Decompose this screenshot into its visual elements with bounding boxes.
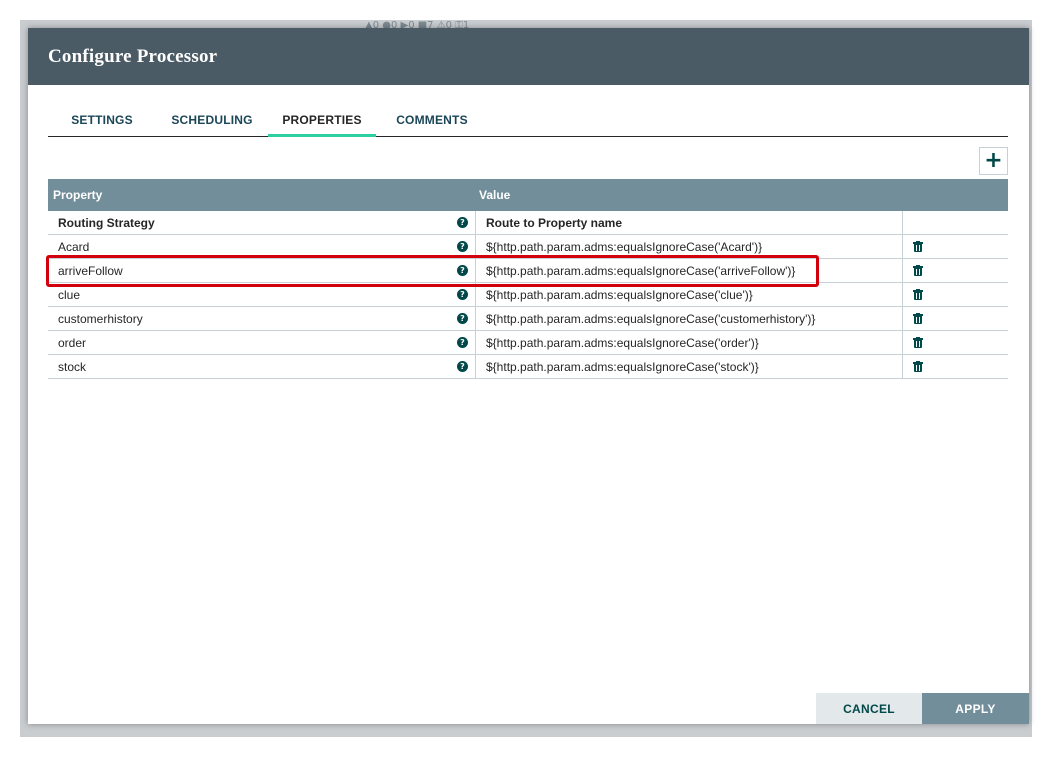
tab-comments[interactable]: COMMENTS bbox=[376, 110, 488, 137]
property-name-cell: Routing Strategy ? bbox=[48, 211, 476, 234]
actions-cell bbox=[903, 235, 1008, 258]
property-name: order bbox=[58, 335, 87, 350]
apply-button[interactable]: APPLY bbox=[922, 693, 1029, 724]
actions-cell bbox=[903, 331, 1008, 354]
property-name: Acard bbox=[58, 239, 90, 254]
trash-icon[interactable] bbox=[913, 361, 923, 372]
trash-icon[interactable] bbox=[913, 289, 923, 300]
property-name: Routing Strategy bbox=[58, 215, 155, 230]
cancel-button[interactable]: CANCEL bbox=[816, 693, 922, 724]
configure-processor-dialog: Configure Processor SETTINGS SCHEDULING … bbox=[28, 28, 1029, 724]
actions-cell bbox=[903, 307, 1008, 330]
property-name: clue bbox=[58, 287, 81, 302]
tab-properties[interactable]: PROPERTIES bbox=[268, 110, 376, 137]
help-icon[interactable]: ? bbox=[457, 313, 468, 324]
actions-cell bbox=[903, 259, 1008, 282]
trash-icon[interactable] bbox=[913, 337, 923, 348]
help-icon[interactable]: ? bbox=[457, 265, 468, 276]
table-row[interactable]: clue ? ${http.path.param.adms:equalsIgno… bbox=[48, 283, 1008, 307]
property-value-cell[interactable]: ${http.path.param.adms:equalsIgnoreCase(… bbox=[476, 331, 903, 354]
tab-bar: SETTINGS SCHEDULING PROPERTIES COMMENTS bbox=[48, 110, 1008, 137]
property-name-cell: order ? bbox=[48, 331, 476, 354]
add-property-button[interactable]: + bbox=[979, 147, 1008, 175]
property-name: stock bbox=[58, 359, 87, 374]
help-icon[interactable]: ? bbox=[457, 289, 468, 300]
table-row[interactable]: customerhistory ? ${http.path.param.adms… bbox=[48, 307, 1008, 331]
property-name: arriveFollow bbox=[58, 263, 123, 278]
property-name: customerhistory bbox=[58, 311, 143, 326]
actions-cell bbox=[903, 211, 1008, 234]
property-value: ${http.path.param.adms:equalsIgnoreCase(… bbox=[486, 359, 759, 374]
table-row[interactable]: order ? ${http.path.param.adms:equalsIgn… bbox=[48, 331, 1008, 355]
table-row[interactable]: stock ? ${http.path.param.adms:equalsIgn… bbox=[48, 355, 1008, 379]
property-value-cell[interactable]: ${http.path.param.adms:equalsIgnoreCase(… bbox=[476, 355, 903, 378]
property-name-cell: customerhistory ? bbox=[48, 307, 476, 330]
trash-icon[interactable] bbox=[913, 265, 923, 276]
table-header: Property Value bbox=[48, 179, 1008, 211]
help-icon[interactable]: ? bbox=[457, 361, 468, 372]
properties-table: Property Value Routing Strategy ? Route … bbox=[48, 179, 1008, 379]
help-icon[interactable]: ? bbox=[457, 241, 468, 252]
dialog-header: Configure Processor bbox=[28, 28, 1029, 85]
help-icon[interactable]: ? bbox=[457, 337, 468, 348]
property-name-cell: arriveFollow ? bbox=[48, 259, 476, 282]
property-value: ${http.path.param.adms:equalsIgnoreCase(… bbox=[486, 311, 816, 326]
help-icon[interactable]: ? bbox=[457, 217, 468, 228]
property-name-cell: stock ? bbox=[48, 355, 476, 378]
actions-cell bbox=[903, 283, 1008, 306]
property-name-cell: clue ? bbox=[48, 283, 476, 306]
table-row[interactable]: Routing Strategy ? Route to Property nam… bbox=[48, 211, 1008, 235]
property-value: ${http.path.param.adms:equalsIgnoreCase(… bbox=[486, 263, 796, 278]
property-value-cell[interactable]: Route to Property name bbox=[476, 211, 903, 234]
property-value: ${http.path.param.adms:equalsIgnoreCase(… bbox=[486, 239, 763, 254]
property-value-cell[interactable]: ${http.path.param.adms:equalsIgnoreCase(… bbox=[476, 235, 903, 258]
trash-icon[interactable] bbox=[913, 313, 923, 324]
property-value: ${http.path.param.adms:equalsIgnoreCase(… bbox=[486, 287, 753, 302]
actions-cell bbox=[903, 355, 1008, 378]
property-value-cell[interactable]: ${http.path.param.adms:equalsIgnoreCase(… bbox=[476, 307, 903, 330]
property-value-cell[interactable]: ${http.path.param.adms:equalsIgnoreCase(… bbox=[476, 259, 903, 282]
table-row[interactable]: Acard ? ${http.path.param.adms:equalsIgn… bbox=[48, 235, 1008, 259]
property-value: ${http.path.param.adms:equalsIgnoreCase(… bbox=[486, 335, 759, 350]
column-header-property: Property bbox=[53, 188, 103, 202]
property-value-cell[interactable]: ${http.path.param.adms:equalsIgnoreCase(… bbox=[476, 283, 903, 306]
tab-scheduling[interactable]: SCHEDULING bbox=[156, 110, 268, 137]
column-header-value: Value bbox=[479, 188, 511, 202]
table-row[interactable]: arriveFollow ? ${http.path.param.adms:eq… bbox=[48, 259, 1008, 283]
property-name-cell: Acard ? bbox=[48, 235, 476, 258]
dialog-title: Configure Processor bbox=[48, 45, 218, 67]
tab-settings[interactable]: SETTINGS bbox=[48, 110, 156, 137]
trash-icon[interactable] bbox=[913, 241, 923, 252]
plus-icon: + bbox=[984, 148, 1003, 173]
property-value: Route to Property name bbox=[486, 215, 623, 230]
